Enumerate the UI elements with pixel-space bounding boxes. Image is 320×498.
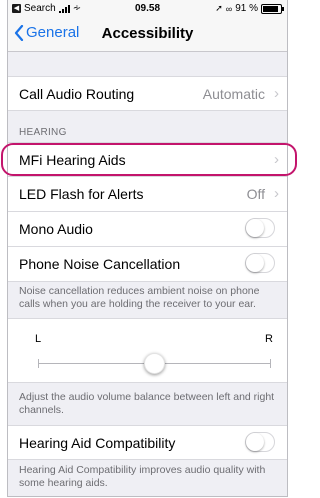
- slider-tick-right: [270, 359, 271, 368]
- slider-tick-left: [38, 359, 39, 368]
- call-audio-routing-row[interactable]: Call Audio Routing Automatic ›: [8, 76, 287, 111]
- settings-screen: ◀ Search ∻ 09.58 ➚ ∞ 91 % General Access…: [7, 0, 288, 497]
- mfi-hearing-aids-label: MFi Hearing Aids: [19, 152, 126, 168]
- hearing-section-header: HEARING: [19, 127, 67, 138]
- battery-icon: [261, 3, 284, 14]
- phone-noise-cancellation-row: Phone Noise Cancellation: [8, 247, 287, 282]
- hearing-aid-compatibility-label: Hearing Aid Compatibility: [19, 435, 176, 451]
- noise-cancellation-footer: Noise cancellation reduces ambient noise…: [19, 285, 260, 310]
- balance-right-label: R: [265, 333, 273, 345]
- status-right: ➚ ∞ 91 %: [215, 3, 284, 14]
- status-bar: ◀ Search ∻ 09.58 ➚ ∞ 91 %: [8, 0, 287, 17]
- mono-audio-label: Mono Audio: [19, 221, 93, 237]
- hearing-aid-compatibility-toggle[interactable]: [245, 432, 275, 452]
- led-flash-label: LED Flash for Alerts: [19, 186, 144, 202]
- hearing-aid-compatibility-row: Hearing Aid Compatibility: [8, 425, 287, 460]
- call-audio-routing-value: Automatic: [202, 86, 265, 102]
- battery-percent: 91 %: [235, 3, 258, 14]
- mfi-hearing-aids-row[interactable]: MFi Hearing Aids ›: [8, 142, 287, 177]
- hearing-aid-compatibility-footer: Hearing Aid Compatibility improves audio…: [19, 464, 266, 489]
- phone-noise-cancellation-label: Phone Noise Cancellation: [19, 256, 181, 272]
- mono-audio-toggle[interactable]: [245, 218, 275, 238]
- mono-audio-row: Mono Audio: [8, 212, 287, 247]
- toggle-knob: [246, 219, 264, 237]
- location-icon: ➚: [215, 3, 223, 13]
- balance-slider-thumb[interactable]: [144, 353, 165, 374]
- call-audio-routing-label: Call Audio Routing: [19, 86, 135, 102]
- chevron-right-icon: ›: [274, 85, 279, 102]
- bluetooth-icon: ∞: [225, 3, 233, 14]
- led-flash-row[interactable]: LED Flash for Alerts Off ›: [8, 177, 287, 212]
- navigation-bar: General Accessibility: [8, 17, 287, 52]
- balance-footer: Adjust the audio volume balance between …: [19, 391, 275, 416]
- chevron-right-icon: ›: [274, 185, 279, 202]
- chevron-right-icon: ›: [274, 151, 279, 168]
- battery-fill: [263, 5, 278, 12]
- balance-left-label: L: [35, 333, 42, 345]
- toggle-knob: [246, 254, 264, 272]
- toggle-knob: [246, 433, 264, 451]
- phone-noise-cancellation-toggle[interactable]: [245, 253, 275, 273]
- page-title: Accessibility: [101, 25, 194, 42]
- led-flash-value: Off: [246, 186, 265, 202]
- audio-balance-row: L R: [8, 318, 287, 383]
